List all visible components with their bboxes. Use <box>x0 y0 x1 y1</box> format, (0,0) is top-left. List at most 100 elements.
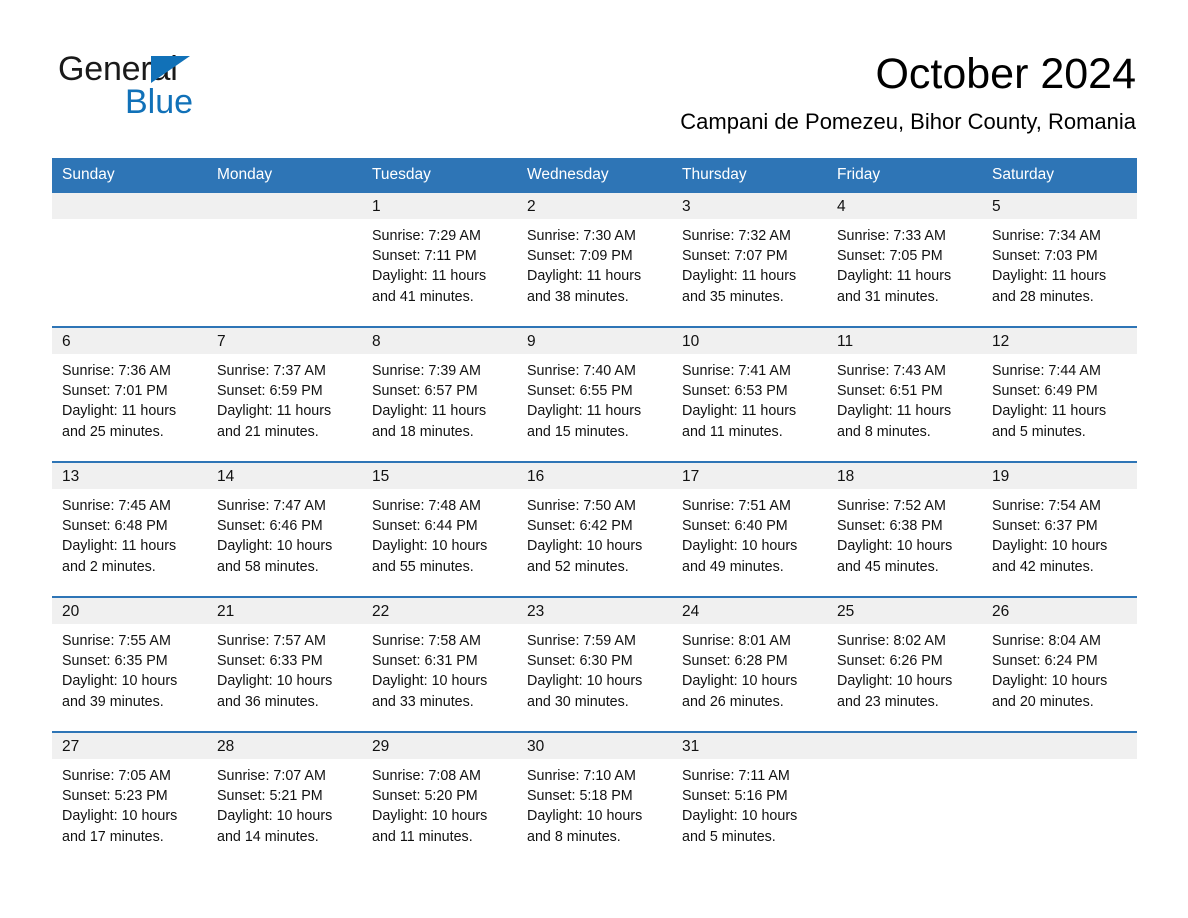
calendar-day-cell[interactable]: 14 Sunrise: 7:47 AM Sunset: 6:46 PM Dayligh… <box>207 463 362 596</box>
calendar-day-cell[interactable]: 29 Sunrise: 7:08 AM Sunset: 5:20 PM Dayligh… <box>362 733 517 866</box>
brand-logo: General Blue <box>58 50 318 122</box>
day-of-week-header-row: Sunday Monday Tuesday Wednesday Thursday Frid… <box>52 158 1137 193</box>
day-number: 11 <box>827 328 982 354</box>
calendar-day-cell[interactable]: 6 Sunrise: 7:36 AM Sunset: 7:01 PM Daylight… <box>52 328 207 461</box>
daylight-text-line2: and 31 minutes. <box>837 288 939 305</box>
daylight-text-line2: and 15 minutes. <box>527 423 629 440</box>
calendar-day-cell[interactable]: 9 Sunrise: 7:40 AM Sunset: 6:55 PM Daylight… <box>517 328 672 461</box>
day-number: 25 <box>827 598 982 624</box>
calendar-day-cell[interactable]: 2 Sunrise: 7:30 AM Sunset: 7:09 PM Daylight… <box>517 193 672 326</box>
calendar-day-cell[interactable]: 16 Sunrise: 7:50 AM Sunset: 6:42 PM Dayligh… <box>517 463 672 596</box>
day-number <box>52 193 207 219</box>
calendar-day-cell[interactable]: 4 Sunrise: 7:33 AM Sunset: 7:05 PM Daylight… <box>827 193 982 326</box>
sunset-text: Sunset: 6:26 PM <box>837 653 943 670</box>
calendar-week-row: 20 Sunrise: 7:55 AM Sunset: 6:35 PM Dayligh… <box>52 596 1137 731</box>
sunset-text: Sunset: 6:49 PM <box>992 383 1098 400</box>
calendar-day-cell[interactable]: 19 Sunrise: 7:54 AM Sunset: 6:37 PM Dayligh… <box>982 463 1137 596</box>
brand-name-blue: Blue <box>125 83 194 121</box>
calendar-day-cell[interactable]: 20 Sunrise: 7:55 AM Sunset: 6:35 PM Dayligh… <box>52 598 207 731</box>
sunset-text: Sunset: 7:07 PM <box>682 248 788 265</box>
sunrise-text: Sunrise: 7:10 AM <box>527 768 636 784</box>
day-number: 15 <box>362 463 517 489</box>
calendar-day-cell[interactable]: 5 Sunrise: 7:34 AM Sunset: 7:03 PM Daylight… <box>982 193 1137 326</box>
daylight-text-line1: Daylight: 11 hours <box>527 268 642 285</box>
day-number: 8 <box>362 328 517 354</box>
day-sun-info: Sunrise: 7:34 AM Sunset: 7:03 PM Daylight:… <box>982 219 1137 307</box>
calendar-day-cell[interactable]: 24 Sunrise: 8:01 AM Sunset: 6:28 PM Dayligh… <box>672 598 827 731</box>
day-number: 16 <box>517 463 672 489</box>
day-of-week-header-thursday: Thursday <box>672 158 827 193</box>
calendar-day-cell[interactable]: 12 Sunrise: 7:44 AM Sunset: 6:49 PM Dayligh… <box>982 328 1137 461</box>
daylight-text-line2: and 28 minutes. <box>992 288 1094 305</box>
day-of-week-header-tuesday: Tuesday <box>362 158 517 193</box>
sunrise-text: Sunrise: 7:11 AM <box>682 768 790 784</box>
calendar-day-cell[interactable]: 7 Sunrise: 7:37 AM Sunset: 6:59 PM Daylight… <box>207 328 362 461</box>
calendar-day-cell[interactable]: 18 Sunrise: 7:52 AM Sunset: 6:38 PM Dayligh… <box>827 463 982 596</box>
daylight-text-line2: and 17 minutes. <box>62 828 164 845</box>
daylight-text-line1: Daylight: 11 hours <box>372 268 487 285</box>
calendar-day-cell[interactable]: 22 Sunrise: 7:58 AM Sunset: 6:31 PM Dayligh… <box>362 598 517 731</box>
calendar-day-cell[interactable]: 27 Sunrise: 7:05 AM Sunset: 5:23 PM Dayligh… <box>52 733 207 866</box>
sunset-text: Sunset: 7:03 PM <box>992 248 1098 265</box>
day-number: 27 <box>52 733 207 759</box>
calendar-day-cell[interactable]: 21 Sunrise: 7:57 AM Sunset: 6:33 PM Dayligh… <box>207 598 362 731</box>
day-sun-info: Sunrise: 7:50 AM Sunset: 6:42 PM Daylight:… <box>517 489 672 577</box>
daylight-text-line1: Daylight: 10 hours <box>217 673 333 690</box>
calendar-day-cell[interactable]: 30 Sunrise: 7:10 AM Sunset: 5:18 PM Dayligh… <box>517 733 672 866</box>
calendar-day-cell[interactable]: 1 Sunrise: 7:29 AM Sunset: 7:11 PM Daylight… <box>362 193 517 326</box>
daylight-text-line1: Daylight: 11 hours <box>62 403 177 420</box>
sunrise-text: Sunrise: 7:41 AM <box>682 363 791 379</box>
sunrise-text: Sunrise: 8:04 AM <box>992 633 1101 649</box>
daylight-text-line1: Daylight: 10 hours <box>372 538 488 555</box>
calendar-day-cell[interactable]: 10 Sunrise: 7:41 AM Sunset: 6:53 PM Dayligh… <box>672 328 827 461</box>
calendar-day-cell[interactable]: 8 Sunrise: 7:39 AM Sunset: 6:57 PM Daylight… <box>362 328 517 461</box>
day-sun-info: Sunrise: 7:36 AM Sunset: 7:01 PM Daylight:… <box>52 354 207 442</box>
daylight-text-line2: and 49 minutes. <box>682 558 784 575</box>
daylight-text-line1: Daylight: 10 hours <box>217 808 333 825</box>
calendar-day-cell[interactable]: 26 Sunrise: 8:04 AM Sunset: 6:24 PM Dayligh… <box>982 598 1137 731</box>
sunrise-text: Sunrise: 7:52 AM <box>837 498 946 514</box>
day-number: 14 <box>207 463 362 489</box>
daylight-text-line1: Daylight: 10 hours <box>372 808 488 825</box>
calendar-day-cell[interactable]: 28 Sunrise: 7:07 AM Sunset: 5:21 PM Dayligh… <box>207 733 362 866</box>
sunset-text: Sunset: 6:55 PM <box>527 383 633 400</box>
calendar-day-cell[interactable]: 17 Sunrise: 7:51 AM Sunset: 6:40 PM Dayligh… <box>672 463 827 596</box>
day-number: 3 <box>672 193 827 219</box>
sunset-text: Sunset: 5:21 PM <box>217 788 323 805</box>
daylight-text-line2: and 5 minutes. <box>682 828 776 845</box>
daylight-text-line2: and 23 minutes. <box>837 693 939 710</box>
calendar-day-cell[interactable]: 11 Sunrise: 7:43 AM Sunset: 6:51 PM Dayligh… <box>827 328 982 461</box>
daylight-text-line2: and 14 minutes. <box>217 828 319 845</box>
calendar-day-cell[interactable]: 31 Sunrise: 7:11 AM Sunset: 5:16 PM Dayligh… <box>672 733 827 866</box>
calendar-week-row: 6 Sunrise: 7:36 AM Sunset: 7:01 PM Daylight… <box>52 326 1137 461</box>
daylight-text-line2: and 42 minutes. <box>992 558 1094 575</box>
sunset-text: Sunset: 6:30 PM <box>527 653 633 670</box>
daylight-text-line2: and 55 minutes. <box>372 558 474 575</box>
day-sun-info: Sunrise: 7:40 AM Sunset: 6:55 PM Daylight:… <box>517 354 672 442</box>
sunset-text: Sunset: 6:40 PM <box>682 518 788 535</box>
calendar-day-cell[interactable]: 13 Sunrise: 7:45 AM Sunset: 6:48 PM Dayligh… <box>52 463 207 596</box>
daylight-text-line2: and 35 minutes. <box>682 288 784 305</box>
calendar-day-cell[interactable]: 3 Sunrise: 7:32 AM Sunset: 7:07 PM Daylight… <box>672 193 827 326</box>
daylight-text-line2: and 18 minutes. <box>372 423 474 440</box>
daylight-text-line2: and 52 minutes. <box>527 558 629 575</box>
sunrise-text: Sunrise: 7:37 AM <box>217 363 326 379</box>
daylight-text-line1: Daylight: 11 hours <box>372 403 487 420</box>
daylight-text-line2: and 33 minutes. <box>372 693 474 710</box>
day-of-week-header-monday: Monday <box>207 158 362 193</box>
calendar-day-cell[interactable]: 25 Sunrise: 8:02 AM Sunset: 6:26 PM Dayligh… <box>827 598 982 731</box>
sunrise-text: Sunrise: 7:54 AM <box>992 498 1101 514</box>
daylight-text-line2: and 20 minutes. <box>992 693 1094 710</box>
calendar-day-cell[interactable]: 15 Sunrise: 7:48 AM Sunset: 6:44 PM Dayligh… <box>362 463 517 596</box>
day-sun-info: Sunrise: 7:51 AM Sunset: 6:40 PM Daylight:… <box>672 489 827 577</box>
daylight-text-line1: Daylight: 10 hours <box>527 538 643 555</box>
day-number: 26 <box>982 598 1137 624</box>
daylight-text-line1: Daylight: 10 hours <box>682 673 798 690</box>
day-number: 30 <box>517 733 672 759</box>
day-number: 4 <box>827 193 982 219</box>
calendar-empty-cell <box>827 733 982 866</box>
sunrise-text: Sunrise: 7:36 AM <box>62 363 171 379</box>
sunset-text: Sunset: 7:09 PM <box>527 248 633 265</box>
sunrise-text: Sunrise: 7:43 AM <box>837 363 946 379</box>
calendar-day-cell[interactable]: 23 Sunrise: 7:59 AM Sunset: 6:30 PM Dayligh… <box>517 598 672 731</box>
